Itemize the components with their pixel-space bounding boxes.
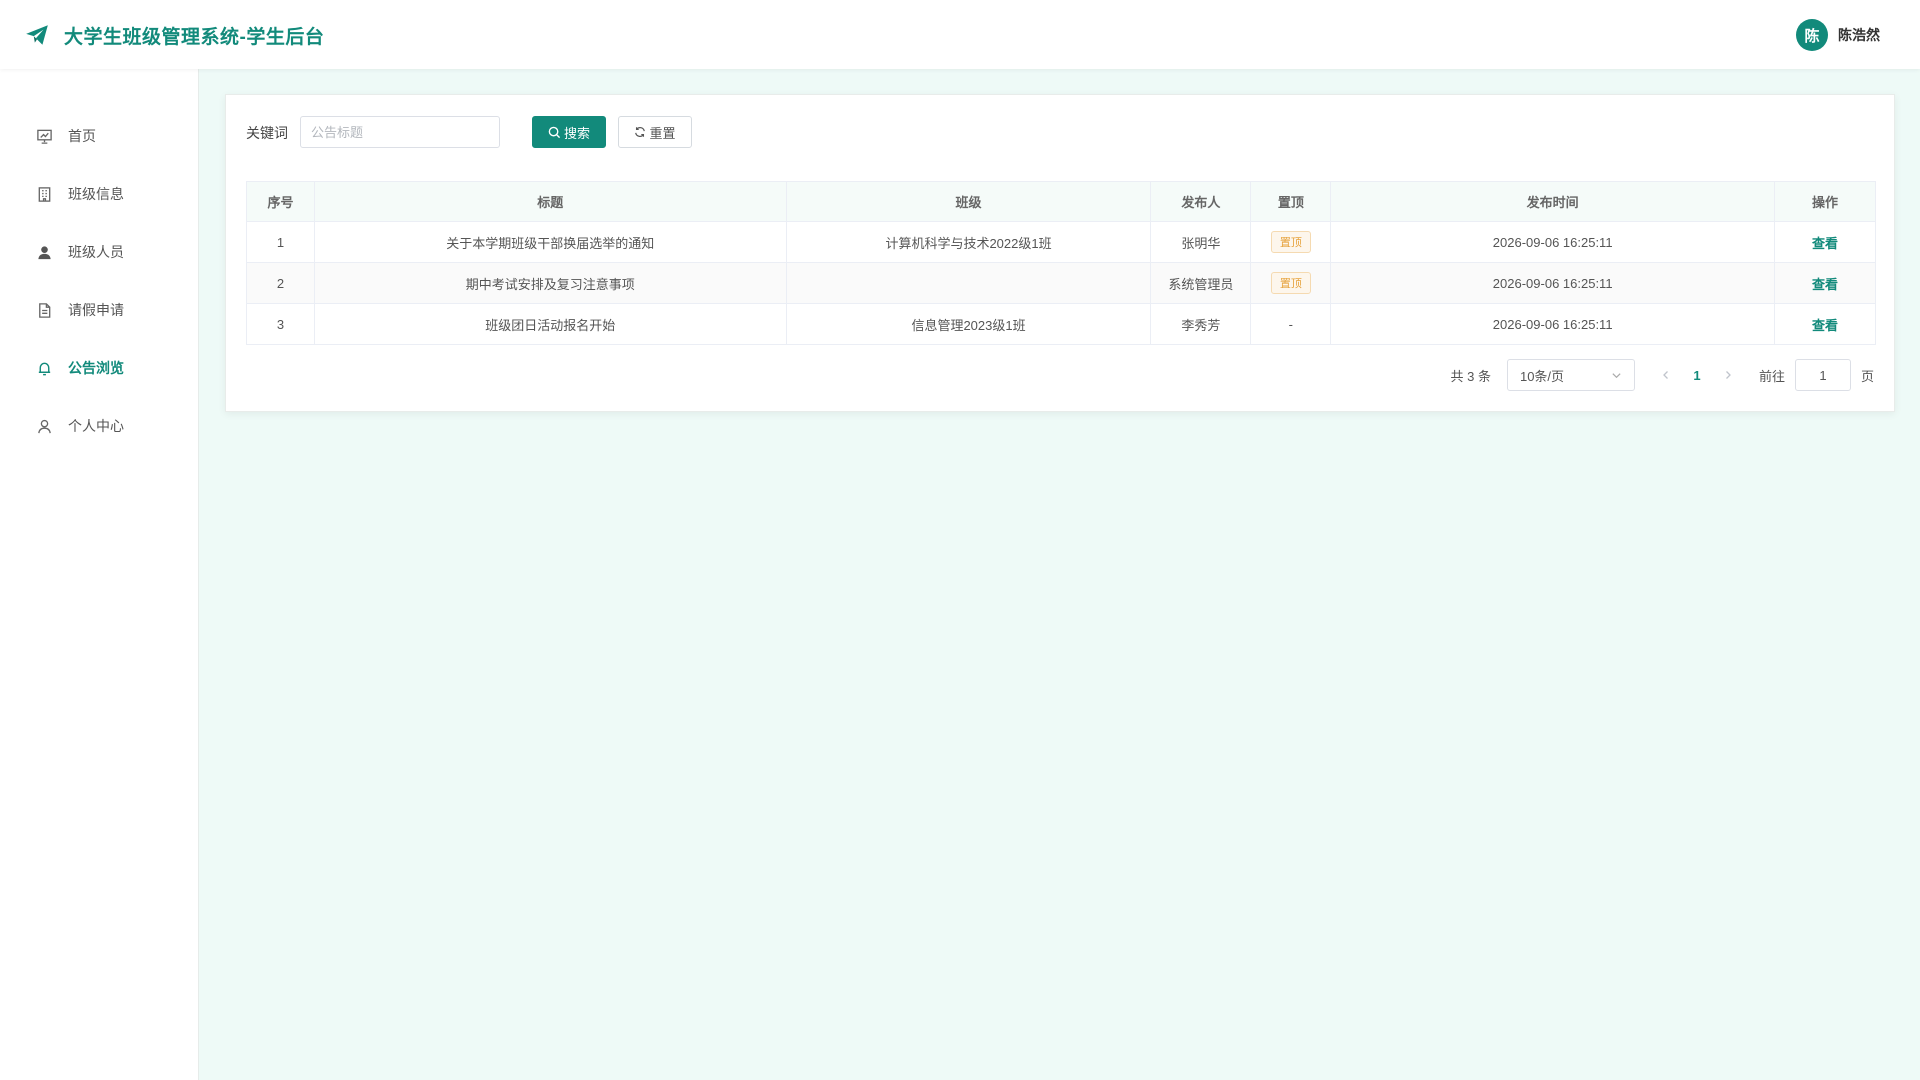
sidebar-item-label: 班级信息 bbox=[68, 186, 124, 202]
cell-publisher: 张明华 bbox=[1150, 221, 1252, 263]
sidebar: 首页 班级信息 班级人员 请假申请 公告浏览 个人中心 bbox=[0, 69, 199, 1080]
chevron-down-icon bbox=[1612, 372, 1621, 378]
page-size-select[interactable]: 10条/页 bbox=[1506, 359, 1635, 391]
user-name[interactable]: 陈浩然 bbox=[1838, 25, 1880, 45]
cell-time: 2026-09-06 16:25:11 bbox=[1330, 221, 1776, 263]
prev-page-button[interactable] bbox=[1655, 368, 1677, 383]
cell-class: 计算机科学与技术2022级1班 bbox=[785, 221, 1152, 263]
cell-index: 2 bbox=[246, 262, 315, 304]
search-icon bbox=[548, 126, 561, 138]
cell-index: 1 bbox=[246, 221, 315, 263]
announcement-panel: 关键词 搜索 重置 序号 标题 班级 发布人 置顶 发布时间 操作 bbox=[225, 94, 1895, 412]
column-header-time: 发布时间 bbox=[1330, 181, 1776, 222]
sidebar-item-label: 请假申请 bbox=[68, 302, 124, 318]
cell-class: 信息管理2023级1班 bbox=[785, 303, 1152, 345]
cell-action: 查看 bbox=[1774, 221, 1876, 263]
total-count: 共 3 条 bbox=[1450, 368, 1491, 384]
cell-publisher: 系统管理员 bbox=[1150, 262, 1252, 304]
column-header-title: 标题 bbox=[313, 181, 787, 222]
cell-pinned: - bbox=[1250, 303, 1332, 345]
cell-time: 2026-09-06 16:25:11 bbox=[1330, 303, 1776, 345]
pinned-tag: 置顶 bbox=[1270, 272, 1311, 294]
reset-button-label: 重置 bbox=[649, 125, 676, 141]
search-button[interactable]: 搜索 bbox=[532, 116, 606, 148]
paper-plane-icon bbox=[26, 25, 48, 45]
bell-icon bbox=[35, 359, 53, 377]
keyword-search-input[interactable] bbox=[300, 116, 500, 148]
cell-action: 查看 bbox=[1774, 262, 1876, 304]
column-header-pinned: 置顶 bbox=[1250, 181, 1332, 222]
goto-page-input[interactable] bbox=[1794, 359, 1851, 391]
goto-label: 前往 bbox=[1758, 368, 1785, 384]
sidebar-item-leave-request[interactable]: 请假申请 bbox=[0, 290, 199, 330]
home-chart-icon bbox=[35, 127, 53, 145]
cell-publisher: 李秀芳 bbox=[1150, 303, 1252, 345]
announcement-table: 序号 标题 班级 发布人 置顶 发布时间 操作 1 关于本学期班级干部换届选举的… bbox=[246, 181, 1876, 345]
document-icon bbox=[35, 301, 53, 319]
page-number-current[interactable]: 1 bbox=[1677, 368, 1717, 383]
user-outline-icon bbox=[35, 417, 53, 435]
sidebar-item-profile[interactable]: 个人中心 bbox=[0, 406, 199, 446]
building-icon bbox=[35, 185, 53, 203]
cell-title: 期中考试安排及复习注意事项 bbox=[313, 262, 787, 304]
sidebar-item-home[interactable]: 首页 bbox=[0, 116, 199, 156]
column-header-publisher: 发布人 bbox=[1150, 181, 1252, 222]
top-header: 大学生班级管理系统-学生后台 陈 陈浩然 bbox=[0, 0, 1920, 69]
cell-class bbox=[785, 262, 1152, 304]
chevron-left-icon bbox=[1663, 370, 1668, 379]
column-header-action: 操作 bbox=[1774, 181, 1876, 222]
reset-button[interactable]: 重置 bbox=[618, 116, 692, 148]
table-row: 2 期中考试安排及复习注意事项 系统管理员 置顶 2026-09-06 16:2… bbox=[246, 262, 1876, 304]
cell-action: 查看 bbox=[1774, 303, 1876, 345]
next-page-button[interactable] bbox=[1717, 368, 1739, 383]
avatar[interactable]: 陈 bbox=[1796, 19, 1828, 51]
cell-time: 2026-09-06 16:25:11 bbox=[1330, 262, 1776, 304]
cell-pinned: 置顶 bbox=[1250, 221, 1332, 263]
sidebar-item-label: 班级人员 bbox=[68, 244, 124, 260]
user-filled-icon bbox=[35, 243, 53, 261]
column-header-index: 序号 bbox=[246, 181, 315, 222]
sidebar-item-class-members[interactable]: 班级人员 bbox=[0, 232, 199, 272]
pagination: 共 3 条 10条/页 1 前往 页 bbox=[1450, 359, 1874, 391]
view-link[interactable]: 查看 bbox=[1812, 236, 1838, 251]
sidebar-item-announcements[interactable]: 公告浏览 bbox=[0, 348, 199, 388]
view-link[interactable]: 查看 bbox=[1812, 277, 1838, 292]
cell-title: 班级团日活动报名开始 bbox=[313, 303, 787, 345]
refresh-icon bbox=[635, 127, 646, 137]
table-row: 1 关于本学期班级干部换届选举的通知 计算机科学与技术2022级1班 张明华 置… bbox=[246, 221, 1876, 263]
user-menu[interactable]: 陈 陈浩然 bbox=[1796, 19, 1880, 51]
page-size-value: 10条/页 bbox=[1519, 368, 1565, 384]
table-header-row: 序号 标题 班级 发布人 置顶 发布时间 操作 bbox=[246, 181, 1876, 222]
sidebar-item-label: 公告浏览 bbox=[68, 360, 124, 376]
app-title: 大学生班级管理系统-学生后台 bbox=[64, 27, 325, 48]
page-unit-label: 页 bbox=[1860, 368, 1874, 384]
chevron-right-icon bbox=[1726, 370, 1731, 379]
cell-pinned: 置顶 bbox=[1250, 262, 1332, 304]
column-header-class: 班级 bbox=[785, 181, 1152, 222]
sidebar-item-label: 首页 bbox=[68, 128, 96, 144]
cell-title: 关于本学期班级干部换届选举的通知 bbox=[313, 221, 787, 263]
pinned-tag: 置顶 bbox=[1270, 231, 1311, 253]
cell-index: 3 bbox=[246, 303, 315, 345]
sidebar-item-label: 个人中心 bbox=[68, 418, 124, 434]
table-row: 3 班级团日活动报名开始 信息管理2023级1班 李秀芳 - 2026-09-0… bbox=[246, 303, 1876, 345]
sidebar-item-class-info[interactable]: 班级信息 bbox=[0, 174, 199, 214]
search-button-label: 搜索 bbox=[563, 125, 590, 141]
view-link[interactable]: 查看 bbox=[1812, 318, 1838, 333]
keyword-label: 关键词 bbox=[246, 125, 288, 141]
